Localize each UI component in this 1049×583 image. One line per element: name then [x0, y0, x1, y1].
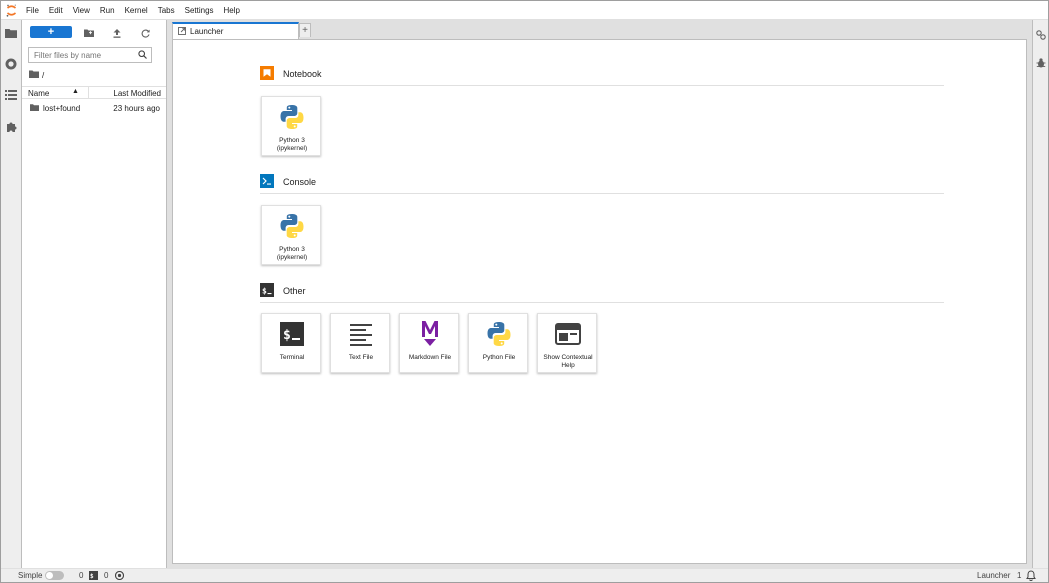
- section-title: Other: [283, 286, 306, 296]
- terminal-icon: $: [275, 319, 309, 349]
- refresh-icon[interactable]: [138, 26, 152, 40]
- menu-edit[interactable]: Edit: [44, 1, 68, 20]
- console-icon: [260, 174, 274, 190]
- file-list-header: Name ▲ Last Modified: [22, 86, 166, 99]
- launcher-tab-icon: [178, 26, 186, 37]
- column-name-header[interactable]: Name: [28, 89, 49, 98]
- card-label: Python 3 (ipykernel): [276, 137, 308, 152]
- svg-text:$: $: [90, 573, 94, 580]
- menu-bar: File Edit View Run Kernel Tabs Settings …: [1, 1, 1048, 20]
- launcher-card-notebook-python3[interactable]: Python 3 (ipykernel): [261, 96, 321, 156]
- file-list-item[interactable]: lost+found 23 hours ago: [22, 102, 166, 115]
- file-modified: 23 hours ago: [113, 104, 160, 113]
- new-launcher-button[interactable]: +: [30, 26, 72, 38]
- jupyter-logo-icon: [1, 1, 21, 20]
- upload-icon[interactable]: [110, 26, 124, 40]
- tab-label: Launcher: [190, 27, 224, 36]
- menu-kernel[interactable]: Kernel: [120, 1, 153, 20]
- python-logo-icon: [482, 319, 516, 349]
- kernel-status-icon[interactable]: [114, 570, 125, 582]
- tab-launcher[interactable]: Launcher: [172, 22, 299, 39]
- section-title: Notebook: [283, 69, 322, 79]
- section-other: $ Other: [260, 283, 306, 299]
- card-label: Show Contextual Help: [543, 354, 593, 369]
- folder-icon: [30, 104, 39, 113]
- section-divider: [260, 302, 944, 303]
- property-inspector-tab-icon[interactable]: [1033, 25, 1048, 45]
- card-label: Python File: [482, 354, 516, 361]
- bell-icon[interactable]: [1026, 570, 1036, 583]
- current-activity: Launcher: [977, 571, 1011, 580]
- breadcrumb-root[interactable]: /: [42, 71, 44, 80]
- file-name: lost+found: [43, 104, 81, 113]
- add-tab-button[interactable]: +: [299, 23, 311, 37]
- kernels-count: 0: [79, 571, 84, 580]
- text-file-icon: [344, 319, 378, 349]
- card-label: Markdown File: [408, 354, 452, 361]
- running-sessions-tab-icon[interactable]: [1, 54, 21, 74]
- notebook-icon: [260, 66, 274, 82]
- file-browser-toolbar: +: [22, 24, 167, 42]
- card-label: Terminal: [279, 354, 305, 361]
- menu-view[interactable]: View: [68, 1, 95, 20]
- home-folder-icon[interactable]: [29, 70, 39, 80]
- simple-mode-label: Simple: [18, 571, 43, 580]
- filter-placeholder-text: Filter files by name: [34, 50, 102, 60]
- section-divider: [260, 193, 944, 194]
- filter-files-input[interactable]: Filter files by name: [28, 47, 152, 63]
- card-label: Python 3 (ipykernel): [276, 246, 308, 261]
- contextual-help-icon: [551, 319, 585, 349]
- status-bar: Simple 0 $ 0 Launcher 1: [1, 568, 1048, 582]
- main-dock-area: Launcher + Notebook Python 3 (ipykernel): [167, 20, 1032, 568]
- right-sidebar-tabs: [1032, 20, 1048, 568]
- file-browser-panel: + Filter files by name / Name ▲ Last Mod…: [22, 20, 167, 568]
- extension-manager-tab-icon[interactable]: [1, 117, 21, 137]
- section-title: Console: [283, 177, 317, 187]
- terminal-section-icon: $: [260, 283, 274, 299]
- file-browser-tab-icon[interactable]: [1, 23, 21, 43]
- simple-mode-toggle[interactable]: [45, 571, 64, 580]
- launcher-panel: Notebook Python 3 (ipykernel) Console Py…: [172, 39, 1027, 564]
- svg-text:$: $: [283, 328, 291, 343]
- launcher-card-console-python3[interactable]: Python 3 (ipykernel): [261, 205, 321, 265]
- launcher-card-terminal[interactable]: $ Terminal: [261, 313, 321, 373]
- left-sidebar-tabs: [1, 20, 22, 568]
- new-folder-icon[interactable]: [82, 26, 96, 40]
- tab-bar: Launcher +: [167, 20, 1032, 39]
- debugger-tab-icon[interactable]: [1033, 53, 1048, 73]
- menu-tabs[interactable]: Tabs: [153, 1, 180, 20]
- svg-text:$: $: [262, 287, 267, 296]
- menu-file[interactable]: File: [21, 1, 44, 20]
- sort-ascending-icon: ▲: [72, 88, 79, 95]
- table-of-contents-tab-icon[interactable]: [1, 85, 21, 105]
- terminals-count: 0: [104, 571, 109, 580]
- notification-count: 1: [1017, 571, 1022, 580]
- menu-run[interactable]: Run: [95, 1, 120, 20]
- python-logo-icon: [275, 211, 309, 241]
- section-divider: [260, 85, 944, 86]
- card-label: Text File: [348, 354, 374, 361]
- section-notebook: Notebook: [260, 66, 322, 82]
- column-divider[interactable]: [88, 87, 89, 98]
- markdown-icon: [413, 319, 447, 349]
- launcher-card-markdown-file[interactable]: Markdown File: [399, 313, 459, 373]
- menu-help[interactable]: Help: [219, 1, 245, 20]
- python-logo-icon: [275, 102, 309, 132]
- menu-settings[interactable]: Settings: [180, 1, 219, 20]
- column-last-modified-header[interactable]: Last Modified: [113, 89, 161, 98]
- launcher-card-text-file[interactable]: Text File: [330, 313, 390, 373]
- launcher-card-python-file[interactable]: Python File: [468, 313, 528, 373]
- breadcrumb: /: [29, 70, 44, 80]
- terminal-status-icon[interactable]: $: [89, 571, 98, 582]
- launcher-card-contextual-help[interactable]: Show Contextual Help: [537, 313, 597, 373]
- search-icon: [138, 50, 147, 61]
- section-console: Console: [260, 174, 316, 190]
